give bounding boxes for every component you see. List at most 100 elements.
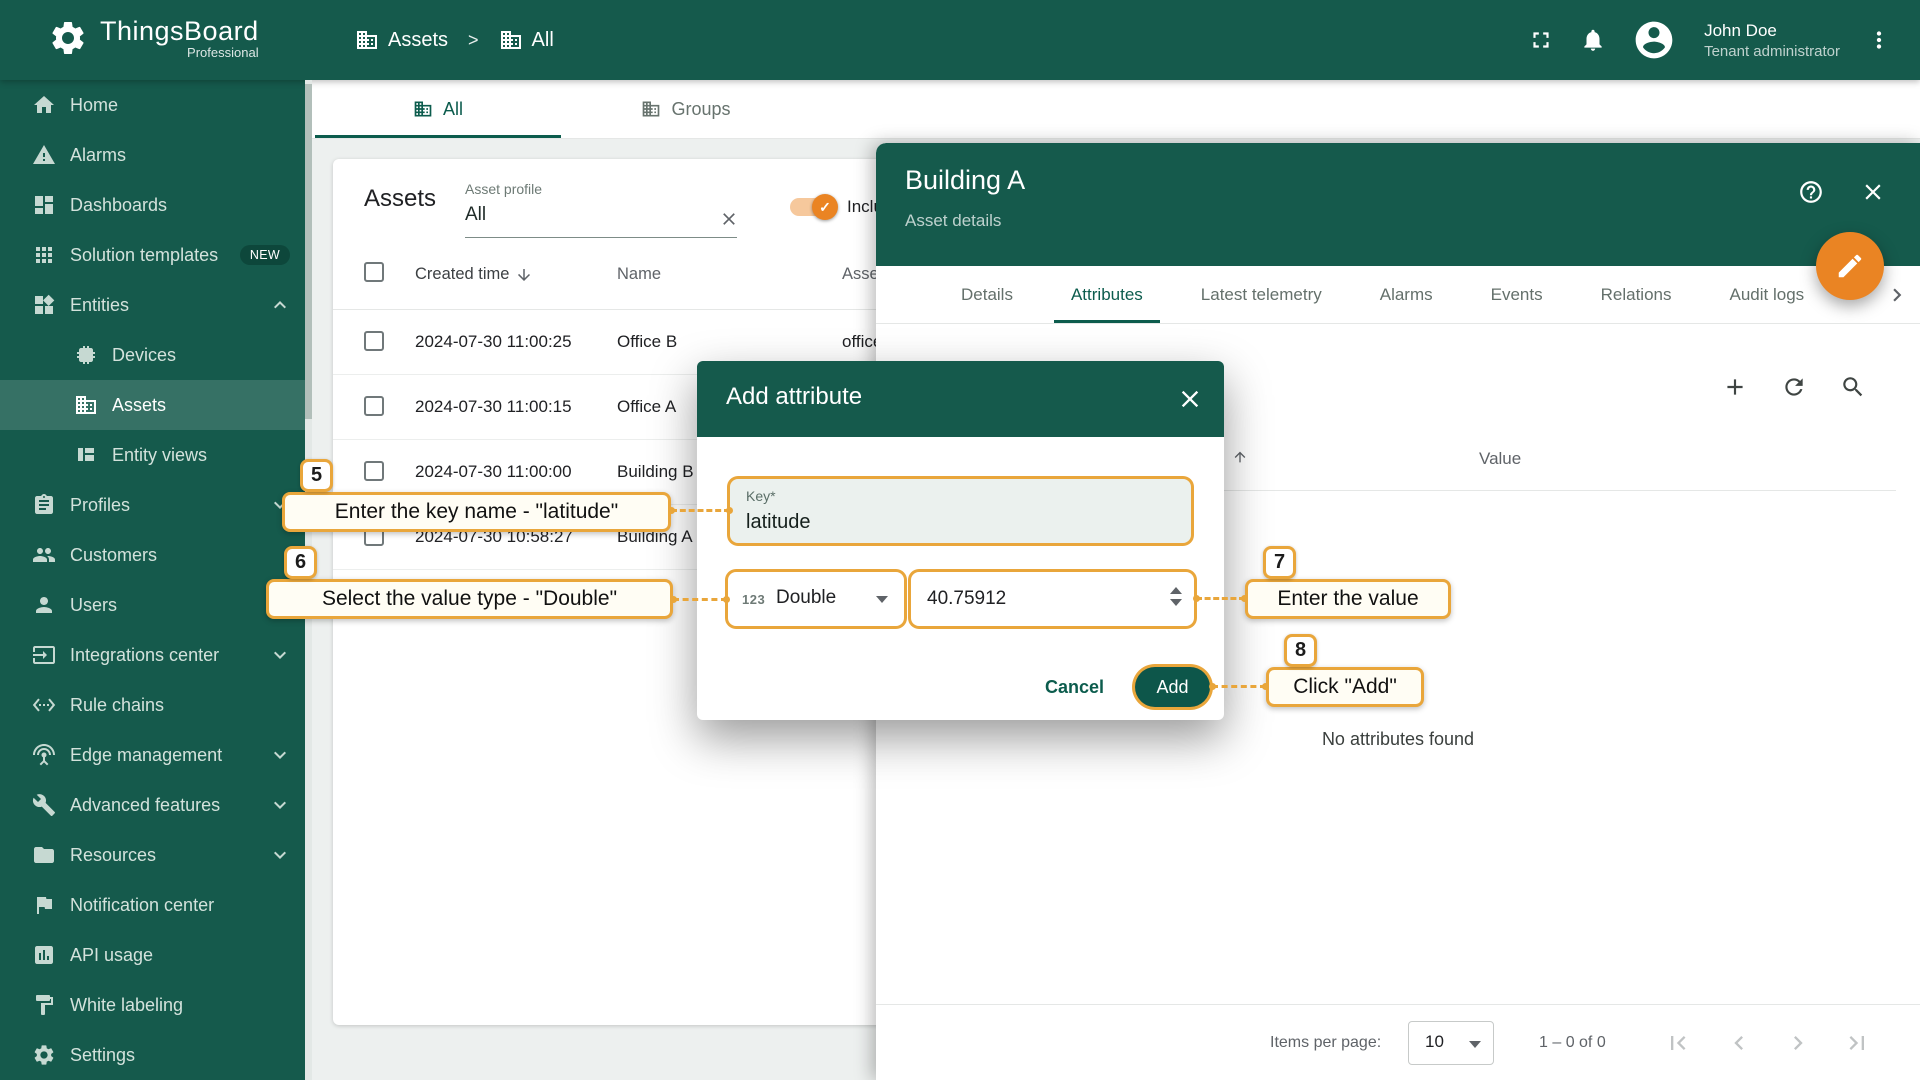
attribute-value-field [911, 572, 1194, 626]
sidebar-item-resources[interactable]: Resources [0, 830, 312, 880]
column-header-name[interactable]: Name [617, 265, 661, 284]
callout-step-7-number: 7 [1263, 546, 1296, 579]
sidebar-item-integrations-center[interactable]: Integrations center [0, 630, 312, 680]
add-attribute-icon[interactable] [1722, 374, 1748, 400]
sidebar-item-entity-views[interactable]: Entity views [0, 430, 312, 480]
notifications-bell-icon[interactable] [1580, 27, 1606, 53]
integrations-icon [32, 643, 56, 667]
drawer-title: Building A [905, 165, 1026, 195]
fullscreen-icon[interactable] [1528, 27, 1554, 53]
tab-attributes[interactable]: Attributes [1042, 266, 1172, 323]
key-field-label: Key* [746, 488, 776, 504]
profiles-icon [32, 493, 56, 517]
callout-connector-line [670, 596, 730, 603]
row-checkbox[interactable] [364, 396, 384, 416]
column-header-value[interactable]: Value [1479, 449, 1521, 469]
tab-groups[interactable]: Groups [561, 80, 811, 138]
home-icon [32, 93, 56, 117]
customers-icon [32, 543, 56, 567]
page-range-label: 1 – 0 of 0 [1539, 1034, 1606, 1051]
last-page-icon[interactable] [1843, 1029, 1871, 1057]
sidebar-item-dashboards[interactable]: Dashboards [0, 180, 312, 230]
sidebar-scrollbar-thumb[interactable] [305, 84, 312, 419]
drawer-header: Building A Asset details [876, 143, 1920, 266]
tab-events[interactable]: Events [1462, 266, 1572, 323]
sort-asc-arrow-icon[interactable] [1232, 449, 1248, 465]
number-stepper[interactable] [1170, 587, 1182, 606]
tab-relations[interactable]: Relations [1572, 266, 1701, 323]
entity-views-icon [74, 443, 98, 467]
sidebar-item-alarms[interactable]: Alarms [0, 130, 312, 180]
row-checkbox[interactable] [364, 461, 384, 481]
more-vert-icon[interactable] [1866, 27, 1892, 53]
items-per-page-select[interactable]: 10 [1408, 1021, 1494, 1065]
tab-details[interactable]: Details [932, 266, 1042, 323]
building-icon [641, 99, 661, 119]
refresh-icon[interactable] [1781, 374, 1807, 400]
tabs-scroll-right-icon[interactable] [1884, 266, 1910, 324]
user-role: Tenant administrator [1704, 42, 1840, 60]
add-button[interactable]: Add [1135, 667, 1210, 707]
user-info[interactable]: John Doe Tenant administrator [1704, 20, 1840, 61]
new-badge: NEW [239, 245, 290, 265]
sidebar-item-profiles[interactable]: Profiles [0, 480, 312, 530]
next-page-icon[interactable] [1784, 1029, 1812, 1057]
sidebar-item-settings[interactable]: Settings [0, 1030, 312, 1080]
search-icon[interactable] [1840, 374, 1866, 400]
tab-alarms[interactable]: Alarms [1351, 266, 1462, 323]
sidebar-item-entities[interactable]: Entities [0, 280, 312, 330]
assets-building-icon [74, 393, 98, 417]
tab-latest-telemetry[interactable]: Latest telemetry [1172, 266, 1351, 323]
sidebar-item-notification-center[interactable]: Notification center [0, 880, 312, 930]
sidebar-item-home[interactable]: Home [0, 80, 312, 130]
chevron-up-icon [268, 293, 292, 317]
tab-audit-logs[interactable]: Audit logs [1701, 266, 1834, 323]
asset-profile-filter-select[interactable]: All [465, 204, 486, 226]
value-type-select[interactable]: 123 Double [728, 572, 904, 626]
close-icon[interactable] [1176, 385, 1204, 413]
sidebar-item-customers[interactable]: Customers [0, 530, 312, 580]
attribute-value-input[interactable] [927, 585, 1147, 613]
sort-desc-arrow-icon [515, 266, 533, 284]
advanced-features-icon [32, 793, 56, 817]
previous-page-icon[interactable] [1725, 1029, 1753, 1057]
breadcrumb: Assets > All [355, 0, 554, 80]
attribute-key-input[interactable] [746, 507, 1175, 537]
stepper-down-icon[interactable] [1170, 599, 1182, 606]
user-name: John Doe [1704, 20, 1777, 40]
sidebar-item-advanced-features[interactable]: Advanced features [0, 780, 312, 830]
callout-step-6-label: Select the value type - "Double" [266, 579, 673, 619]
value-type-selected: Double [776, 587, 837, 608]
sidebar-item-devices[interactable]: Devices [0, 330, 312, 380]
top-bar: ThingsBoard Professional Assets > All Jo… [0, 0, 1920, 80]
thingsboard-logo[interactable]: ThingsBoard Professional [48, 16, 259, 60]
help-icon[interactable] [1798, 179, 1824, 205]
api-usage-chart-icon [32, 943, 56, 967]
sidebar-item-api-usage[interactable]: API usage [0, 930, 312, 980]
callout-connector-line [668, 507, 733, 514]
edit-fab-button[interactable] [1816, 232, 1884, 300]
sidebar-item-solution-templates[interactable]: Solution templates NEW [0, 230, 312, 280]
breadcrumb-separator: > [468, 29, 479, 50]
sidebar-item-edge-management[interactable]: Edge management [0, 730, 312, 780]
filter-clear-icon[interactable] [719, 209, 739, 229]
column-header-created-time[interactable]: Created time [415, 265, 533, 284]
sidebar-item-white-labeling[interactable]: White labeling [0, 980, 312, 1030]
cancel-button[interactable]: Cancel [1037, 667, 1112, 707]
breadcrumb-all[interactable]: All [499, 28, 554, 52]
select-all-checkbox[interactable] [364, 262, 384, 282]
sidebar-item-rule-chains[interactable]: Rule chains [0, 680, 312, 730]
entity-tabs-bar: All Groups [312, 80, 1920, 139]
building-icon [499, 28, 523, 52]
row-checkbox[interactable] [364, 331, 384, 351]
avatar[interactable] [1632, 18, 1676, 62]
sidebar-item-assets[interactable]: Assets [0, 380, 312, 430]
tab-all[interactable]: All [315, 80, 561, 138]
breadcrumb-assets[interactable]: Assets [355, 28, 448, 52]
chevron-down-icon [268, 643, 292, 667]
stepper-up-icon[interactable] [1170, 587, 1182, 594]
include-customers-toggle[interactable] [790, 194, 838, 220]
first-page-icon[interactable] [1664, 1029, 1692, 1057]
callout-connector-line [1209, 683, 1269, 690]
close-icon[interactable] [1860, 179, 1886, 205]
